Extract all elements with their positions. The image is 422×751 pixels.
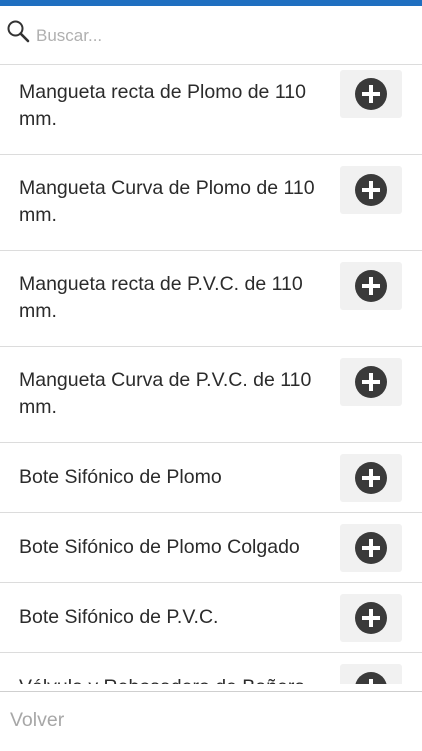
plus-circle-icon [355,366,387,398]
list-item: Mangueta Curva de P.V.C. de 110 mm. [0,346,422,442]
search-icon[interactable] [6,19,30,43]
plus-circle-icon [355,672,387,684]
plus-circle-icon [355,532,387,564]
list-item: Mangueta recta de Plomo de 110 mm. [0,64,422,154]
item-list: Mangueta recta de Plomo de 110 mm. Mangu… [0,64,422,684]
list-item: Válvula y Rebosadero de Bañera [0,652,422,684]
list-item: Mangueta Curva de Plomo de 110 mm. [0,154,422,250]
add-button[interactable] [340,358,402,406]
list-item: Bote Sifónico de P.V.C. [0,582,422,652]
item-label: Mangueta recta de P.V.C. de 110 mm. [19,273,303,322]
back-button[interactable]: Volver [10,709,64,732]
item-label: Mangueta Curva de Plomo de 110 mm. [19,177,315,226]
add-button[interactable] [340,454,402,502]
footer-bar: Volver [0,691,422,751]
search-input[interactable] [36,24,396,48]
list-item: Bote Sifónico de Plomo [0,442,422,512]
add-button[interactable] [340,664,402,684]
item-label: Mangueta Curva de P.V.C. de 110 mm. [19,369,312,418]
item-label: Mangueta recta de Plomo de 110 mm. [19,81,306,130]
add-button[interactable] [340,166,402,214]
item-label: Bote Sifónico de Plomo [19,466,222,488]
add-button[interactable] [340,524,402,572]
plus-circle-icon [355,602,387,634]
plus-circle-icon [355,78,387,110]
plus-circle-icon [355,270,387,302]
search-bar [0,6,422,64]
plus-circle-icon [355,462,387,494]
list-item: Mangueta recta de P.V.C. de 110 mm. [0,250,422,346]
add-button[interactable] [340,70,402,118]
list-item: Bote Sifónico de Plomo Colgado [0,512,422,582]
item-label: Válvula y Rebosadero de Bañera [19,674,319,684]
plus-circle-icon [355,174,387,206]
add-button[interactable] [340,594,402,642]
item-label: Bote Sifónico de P.V.C. [19,606,219,628]
add-button[interactable] [340,262,402,310]
item-label: Bote Sifónico de Plomo Colgado [19,536,300,558]
